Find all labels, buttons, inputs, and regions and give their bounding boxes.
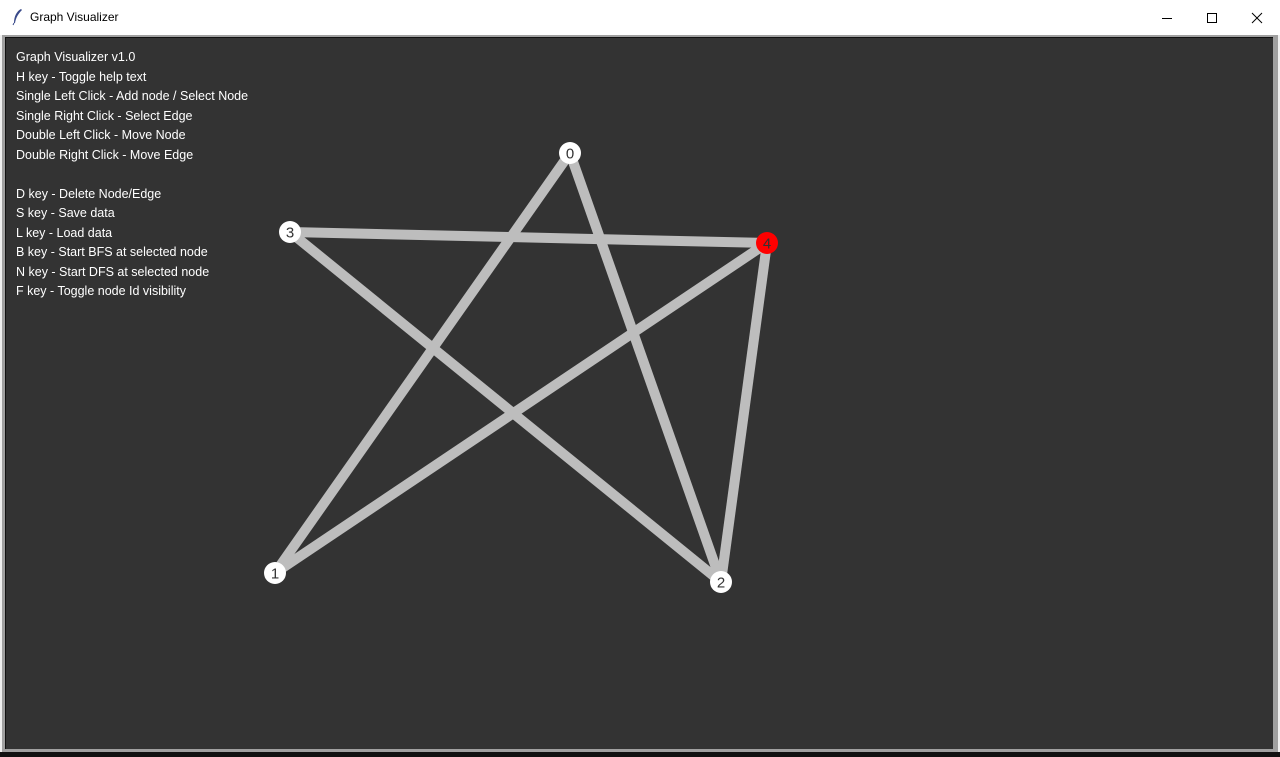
- node-3[interactable]: 3: [279, 221, 301, 243]
- maximize-icon: [1206, 12, 1218, 24]
- node-1[interactable]: 1: [264, 562, 286, 584]
- node-0[interactable]: 0: [559, 142, 581, 164]
- node-label: 1: [271, 566, 279, 583]
- desktop-strip: [0, 752, 1280, 757]
- node-label: 0: [566, 146, 574, 163]
- maximize-button[interactable]: [1189, 0, 1235, 35]
- help-line: N key - Start DFS at selected node: [16, 264, 210, 279]
- minimize-icon: [1161, 12, 1173, 24]
- help-line: B key - Start BFS at selected node: [16, 245, 208, 259]
- close-button[interactable]: [1234, 0, 1280, 35]
- help-line: D key - Delete Node/Edge: [16, 186, 162, 201]
- help-line: Double Left Click - Move Node: [16, 128, 186, 142]
- app-window: Graph Visualizer 0 1 2 3 4 Graph Visualizer …: [0, 0, 1280, 752]
- help-line: L key - Load data: [16, 225, 113, 240]
- node-label: 4: [763, 236, 771, 253]
- edge-0-1[interactable]: [270, 150, 575, 576]
- help-line: S key - Save data: [16, 206, 115, 220]
- help-spacer: [16, 165, 248, 185]
- edge-4-1[interactable]: [272, 238, 770, 578]
- close-icon: [1251, 12, 1263, 24]
- edge-4-2[interactable]: [716, 242, 772, 583]
- node-2[interactable]: 2: [710, 571, 732, 593]
- node-4[interactable]: 4: [756, 232, 778, 254]
- help-line: Single Left Click - Add node / Select No…: [16, 89, 249, 103]
- graph-canvas[interactable]: 0 1 2 3 4 Graph Visualizer v1.0 H key - Toggl…: [5, 37, 1273, 749]
- help-line: Graph Visualizer v1.0: [16, 50, 136, 64]
- help-line: Double Right Click - Move Edge: [16, 147, 194, 162]
- help-text: Graph Visualizer v1.0 H key - Toggle help…: [16, 48, 248, 302]
- help-line: Single Right Click - Select Edge: [16, 108, 193, 123]
- node-label: 2: [717, 575, 725, 592]
- window-title: Graph Visualizer: [30, 10, 119, 24]
- minimize-button[interactable]: [1144, 0, 1190, 35]
- title-bar[interactable]: Graph Visualizer: [0, 0, 1280, 35]
- node-label: 3: [286, 225, 294, 242]
- feather-icon: [10, 8, 26, 26]
- edge-3-4[interactable]: [289, 227, 768, 248]
- help-line: H key - Toggle help text: [16, 69, 147, 84]
- help-line: F key - Toggle node Id visibility: [16, 284, 186, 298]
